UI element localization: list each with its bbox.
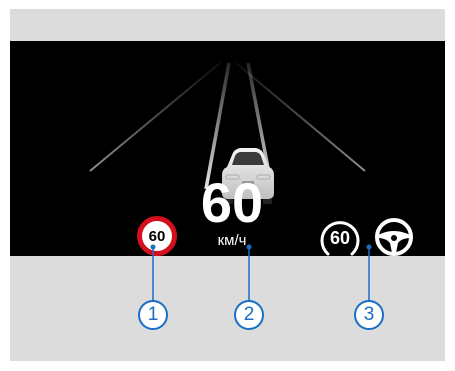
callout-leaders bbox=[150, 244, 372, 301]
callout-marker-1: 1 bbox=[138, 300, 168, 330]
callout-marker-3: 3 bbox=[354, 300, 384, 330]
callout-marker-2: 2 bbox=[234, 300, 264, 330]
